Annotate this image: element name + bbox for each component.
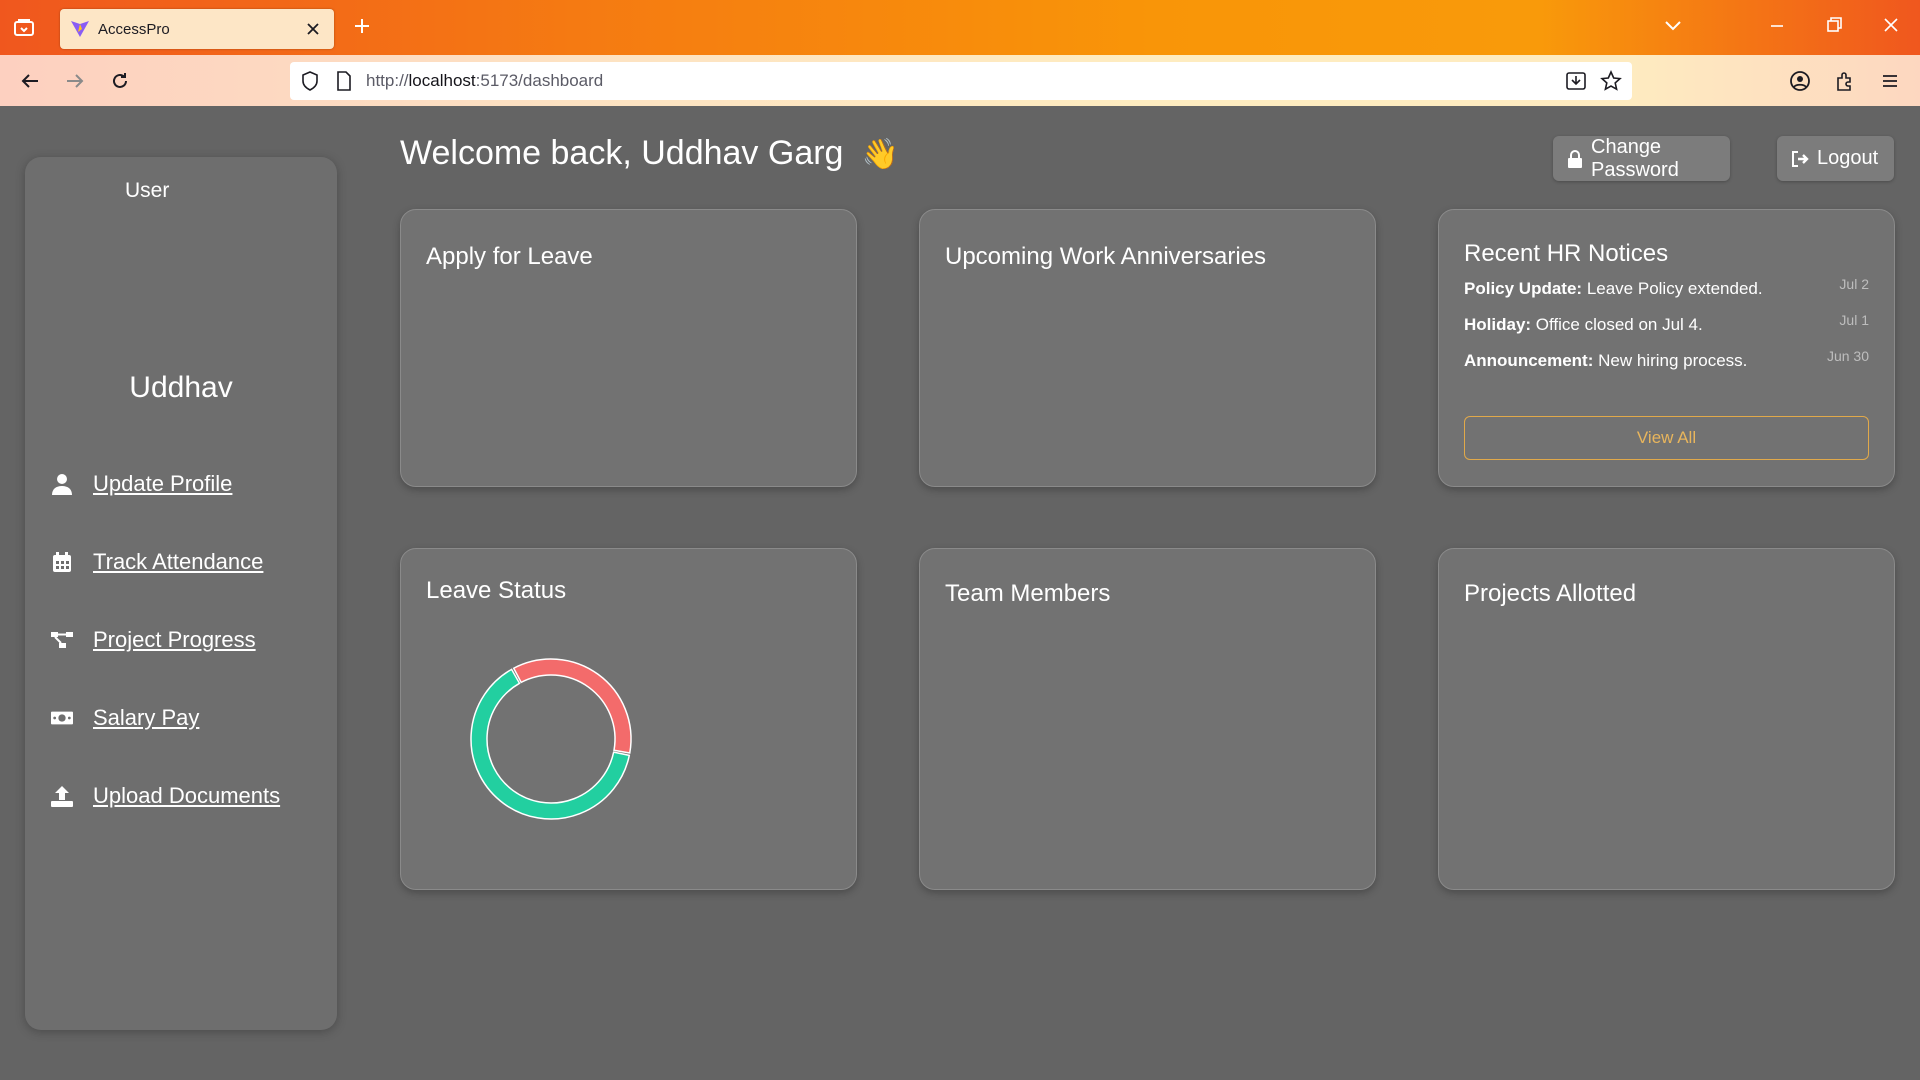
page-icon[interactable]: [332, 69, 356, 93]
sidebar: User Uddhav Update Profile Track Attenda…: [25, 157, 337, 1030]
sidebar-item-project-progress[interactable]: Project Progress: [51, 627, 256, 653]
page-title: Welcome back, Uddhav Garg 👋: [400, 134, 899, 173]
forward-icon[interactable]: [61, 67, 89, 95]
new-tab-icon[interactable]: [350, 14, 374, 38]
sidebar-item-salary-pay[interactable]: Salary Pay: [51, 705, 199, 731]
restore-icon[interactable]: [1823, 14, 1845, 41]
apply-leave-title: Apply for Leave: [426, 243, 593, 270]
extensions-icon[interactable]: [1831, 67, 1859, 95]
close-tab-icon[interactable]: [302, 18, 324, 40]
url-bar[interactable]: http://localhost:5173/dashboard: [290, 62, 1632, 100]
sidebar-item-label: Update Profile: [93, 471, 233, 496]
shield-icon[interactable]: [298, 69, 322, 93]
projects-allotted-title: Projects Allotted: [1464, 580, 1637, 607]
change-password-button[interactable]: Change Password: [1553, 136, 1730, 181]
save-to-pocket-icon[interactable]: [1564, 69, 1588, 93]
notice-date: Jul 2: [1839, 276, 1869, 292]
url-text: http://localhost:5173/dashboard: [366, 71, 604, 90]
donut-slice[interactable]: [512, 658, 632, 754]
notice-label: Policy Update:: [1464, 279, 1583, 298]
view-all-button[interactable]: View All: [1464, 416, 1869, 460]
sidebar-item-upload-documents[interactable]: Upload Documents: [51, 783, 280, 809]
notice-item: Holiday: Office closed on Jul 4. Jul 1: [1464, 312, 1869, 335]
user-icon: [51, 473, 73, 495]
notice-label: Holiday:: [1464, 315, 1532, 334]
sidebar-item-label: Track Attendance: [93, 549, 264, 574]
tab-list-icon[interactable]: [10, 14, 38, 42]
user-name: Uddhav: [129, 371, 233, 404]
user-role: User: [125, 179, 170, 202]
apply-leave-card: Apply for Leave: [400, 209, 857, 487]
notice-text: Leave Policy extended.: [1582, 279, 1763, 298]
browser-tab[interactable]: AccessPro: [60, 9, 334, 49]
logout-button[interactable]: Logout: [1777, 136, 1894, 181]
welcome-text: Welcome back, Uddhav Garg: [400, 134, 844, 172]
logout-label: Logout: [1817, 147, 1879, 169]
projects-allotted-card: Projects Allotted: [1438, 548, 1895, 890]
change-password-label: Change Password: [1591, 135, 1679, 181]
notice-item: Announcement: New hiring process. Jun 30: [1464, 348, 1869, 371]
leave-status-card: Leave Status: [400, 548, 857, 890]
sidebar-item-label: Upload Documents: [93, 783, 281, 808]
account-icon[interactable]: [1786, 67, 1814, 95]
close-window-icon[interactable]: [1880, 14, 1902, 41]
team-members-title: Team Members: [945, 580, 1111, 607]
browser-tab-bar: AccessPro: [0, 0, 1920, 55]
sidebar-item-label: Project Progress: [93, 627, 256, 652]
money-bill-icon: [51, 707, 73, 729]
hr-notices-title: Recent HR Notices: [1464, 240, 1669, 267]
tab-title: AccessPro: [98, 20, 170, 38]
upload-icon: [51, 785, 73, 807]
leave-status-donut-chart: [470, 658, 632, 820]
notice-item: Policy Update: Leave Policy extended. Ju…: [1464, 276, 1869, 299]
minimize-icon[interactable]: [1766, 14, 1788, 41]
waving-hand-icon: 👋: [861, 138, 899, 171]
leave-status-title: Leave Status: [426, 577, 567, 604]
list-all-tabs-icon[interactable]: [1662, 14, 1684, 41]
notice-date: Jun 30: [1826, 348, 1869, 364]
sidebar-item-track-attendance[interactable]: Track Attendance: [51, 549, 263, 575]
project-diagram-icon: [51, 629, 73, 651]
work-anniversaries-card: Upcoming Work Anniversaries: [919, 209, 1376, 487]
work-anniversaries-title: Upcoming Work Anniversaries: [945, 243, 1267, 270]
lock-icon: [1567, 149, 1583, 168]
sidebar-item-update-profile[interactable]: Update Profile: [51, 471, 232, 497]
notice-text: Office closed on Jul 4.: [1531, 315, 1703, 334]
team-members-card: Team Members: [919, 548, 1376, 890]
notice-date: Jul 1: [1839, 312, 1869, 328]
browser-nav-bar: http://localhost:5173/dashboard: [0, 55, 1920, 106]
sign-out-icon: [1791, 150, 1809, 168]
menu-icon[interactable]: [1876, 67, 1904, 95]
back-icon[interactable]: [16, 67, 44, 95]
notice-text: New hiring process.: [1593, 351, 1748, 370]
reload-icon[interactable]: [106, 67, 134, 95]
hr-notices-card: Recent HR Notices Policy Update: Leave P…: [1438, 209, 1895, 487]
notice-label: Announcement:: [1464, 351, 1594, 370]
vite-logo-icon: [70, 19, 90, 39]
sidebar-item-label: Salary Pay: [93, 705, 200, 730]
bookmark-star-icon[interactable]: [1599, 69, 1623, 93]
calendar-icon: [51, 551, 73, 573]
